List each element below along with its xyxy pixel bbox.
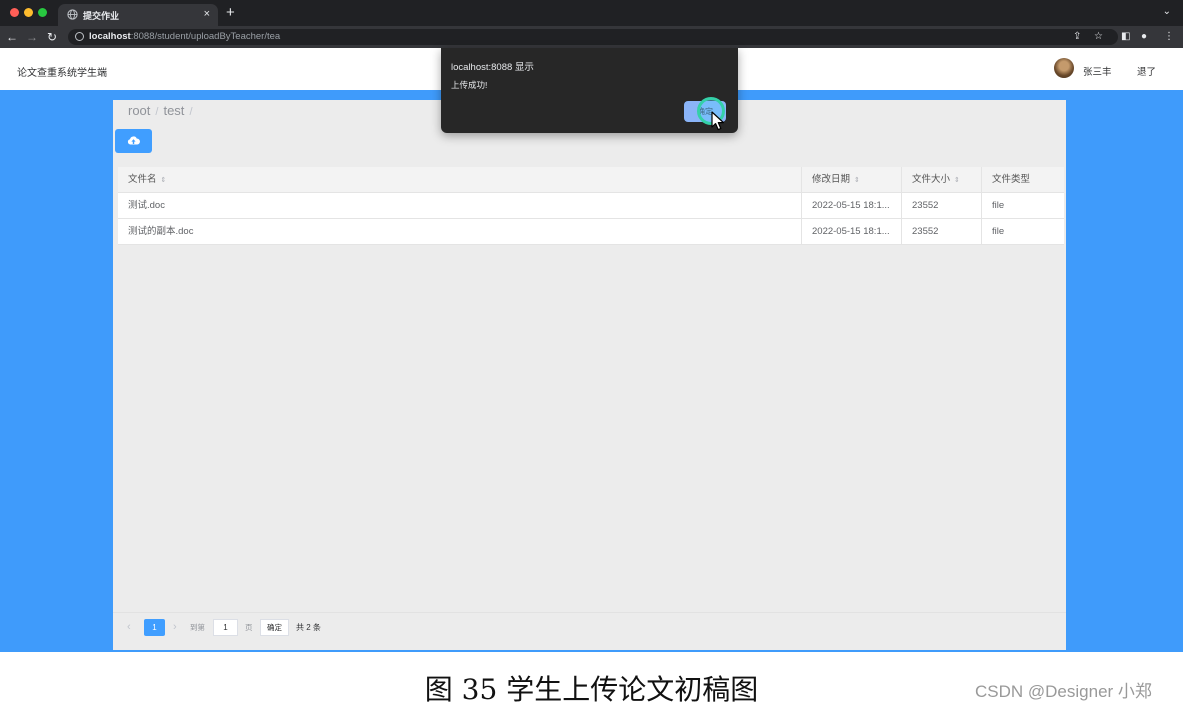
more-menu-icon[interactable]: ⋮ xyxy=(1164,31,1174,43)
sort-icon[interactable]: ⇕ xyxy=(161,177,167,184)
table-row[interactable]: 测试的副本.doc 2022-05-15 18:1... 23552 file xyxy=(118,219,1064,245)
column-header-name[interactable]: 文件名 ⇕ xyxy=(118,167,802,193)
modified-date-cell: 2022-05-15 18:1... xyxy=(802,193,902,219)
breadcrumb-separator: / xyxy=(189,106,193,118)
sort-icon[interactable]: ⇕ xyxy=(954,177,960,184)
logout-link[interactable]: 退了 xyxy=(1137,64,1156,78)
address-bar: ← → ↻ localhost:8088/student/uploadByTea… xyxy=(0,26,1183,48)
tab-bar: 提交作业 × + ⌄ xyxy=(0,0,1183,26)
page-label: 页 xyxy=(245,623,253,632)
breadcrumb: root / test / xyxy=(128,103,198,118)
file-type-cell: file xyxy=(992,226,1005,237)
browser-window: 提交作业 × + ⌄ ← → ↻ localhost:8088/student/… xyxy=(0,0,1183,652)
upload-button[interactable] xyxy=(115,129,152,153)
file-size-cell: 23552 xyxy=(902,193,982,219)
total-count: 共 2 条 xyxy=(296,623,321,632)
cloud-upload-icon xyxy=(127,136,140,145)
file-panel: root / test / 文件名 ⇕ 修改日期 ⇕ 文件大小 ⇕ 文件类型 测试.doc … xyxy=(113,100,1066,650)
minimize-window-button[interactable] xyxy=(24,8,33,17)
current-page-button[interactable]: 1 xyxy=(144,619,165,636)
file-name-cell[interactable]: 测试的副本.doc xyxy=(118,219,802,245)
table-header: 文件名 ⇕ 修改日期 ⇕ 文件大小 ⇕ 文件类型 xyxy=(118,167,1064,193)
maximize-window-button[interactable] xyxy=(38,8,47,17)
reload-icon[interactable]: ↻ xyxy=(47,29,57,45)
file-type-cell: file xyxy=(992,200,1005,211)
file-size-cell: 23552 xyxy=(902,219,982,245)
browser-tab[interactable]: 提交作业 × xyxy=(58,4,218,26)
next-page-chevron-icon[interactable]: › xyxy=(173,620,177,634)
dialog-message: 上传成功! xyxy=(451,80,488,90)
site-info-icon[interactable] xyxy=(75,32,84,41)
breadcrumb-item-test[interactable]: test xyxy=(163,103,184,118)
url-text: localhost:8088/student/uploadByTeacher/t… xyxy=(89,31,281,42)
close-window-button[interactable] xyxy=(10,8,19,17)
mouse-cursor-icon xyxy=(711,111,724,131)
tab-title: 提交作业 xyxy=(83,11,120,21)
goto-confirm-button[interactable]: 确定 xyxy=(260,619,289,636)
table-row[interactable]: 测试.doc 2022-05-15 18:1... 23552 file xyxy=(118,193,1064,219)
user-name[interactable]: 张三丰 xyxy=(1083,64,1112,78)
sort-icon[interactable]: ⇕ xyxy=(854,177,860,184)
modified-date-cell: 2022-05-15 18:1... xyxy=(802,219,902,245)
column-header-modified[interactable]: 修改日期 ⇕ xyxy=(802,167,902,193)
side-panel-icon[interactable]: ◧ xyxy=(1121,31,1130,43)
goto-label: 到第 xyxy=(190,623,205,632)
new-tab-button[interactable]: + xyxy=(226,4,235,22)
tab-search-chevron-icon[interactable]: ⌄ xyxy=(1163,6,1171,18)
app-title: 论文查重系统学生端 xyxy=(17,68,107,79)
url-input[interactable]: localhost:8088/student/uploadByTeacher/t… xyxy=(68,29,1118,45)
share-icon[interactable]: ⇪ xyxy=(1073,31,1081,43)
profile-icon[interactable]: ● xyxy=(1141,31,1147,43)
prev-page-chevron-icon[interactable]: ‹ xyxy=(127,620,131,634)
tab-close-icon[interactable]: × xyxy=(204,7,210,21)
goto-page-input[interactable]: 1 xyxy=(213,619,238,636)
forward-arrow-icon[interactable]: → xyxy=(26,29,38,45)
file-table: 文件名 ⇕ 修改日期 ⇕ 文件大小 ⇕ 文件类型 测试.doc 2022-05-15 … xyxy=(118,167,1064,245)
alert-dialog: localhost:8088 显示 上传成功! 确定 xyxy=(441,48,738,133)
column-header-size[interactable]: 文件大小 ⇕ xyxy=(902,167,982,193)
globe-icon xyxy=(67,9,78,20)
pagination: ‹ 1 › 到第 1 页 确定 共 2 条 xyxy=(113,612,1066,642)
dialog-title: localhost:8088 显示 xyxy=(451,62,534,73)
watermark: CSDN @Designer 小郑 xyxy=(975,682,1152,701)
file-name-cell[interactable]: 测试.doc xyxy=(118,193,802,219)
back-arrow-icon[interactable]: ← xyxy=(6,29,18,45)
avatar[interactable] xyxy=(1054,58,1074,78)
column-header-type: 文件类型 xyxy=(992,174,1031,185)
breadcrumb-separator: / xyxy=(155,106,159,118)
bookmark-star-icon[interactable]: ☆ xyxy=(1094,31,1103,43)
breadcrumb-item-root[interactable]: root xyxy=(128,103,150,118)
